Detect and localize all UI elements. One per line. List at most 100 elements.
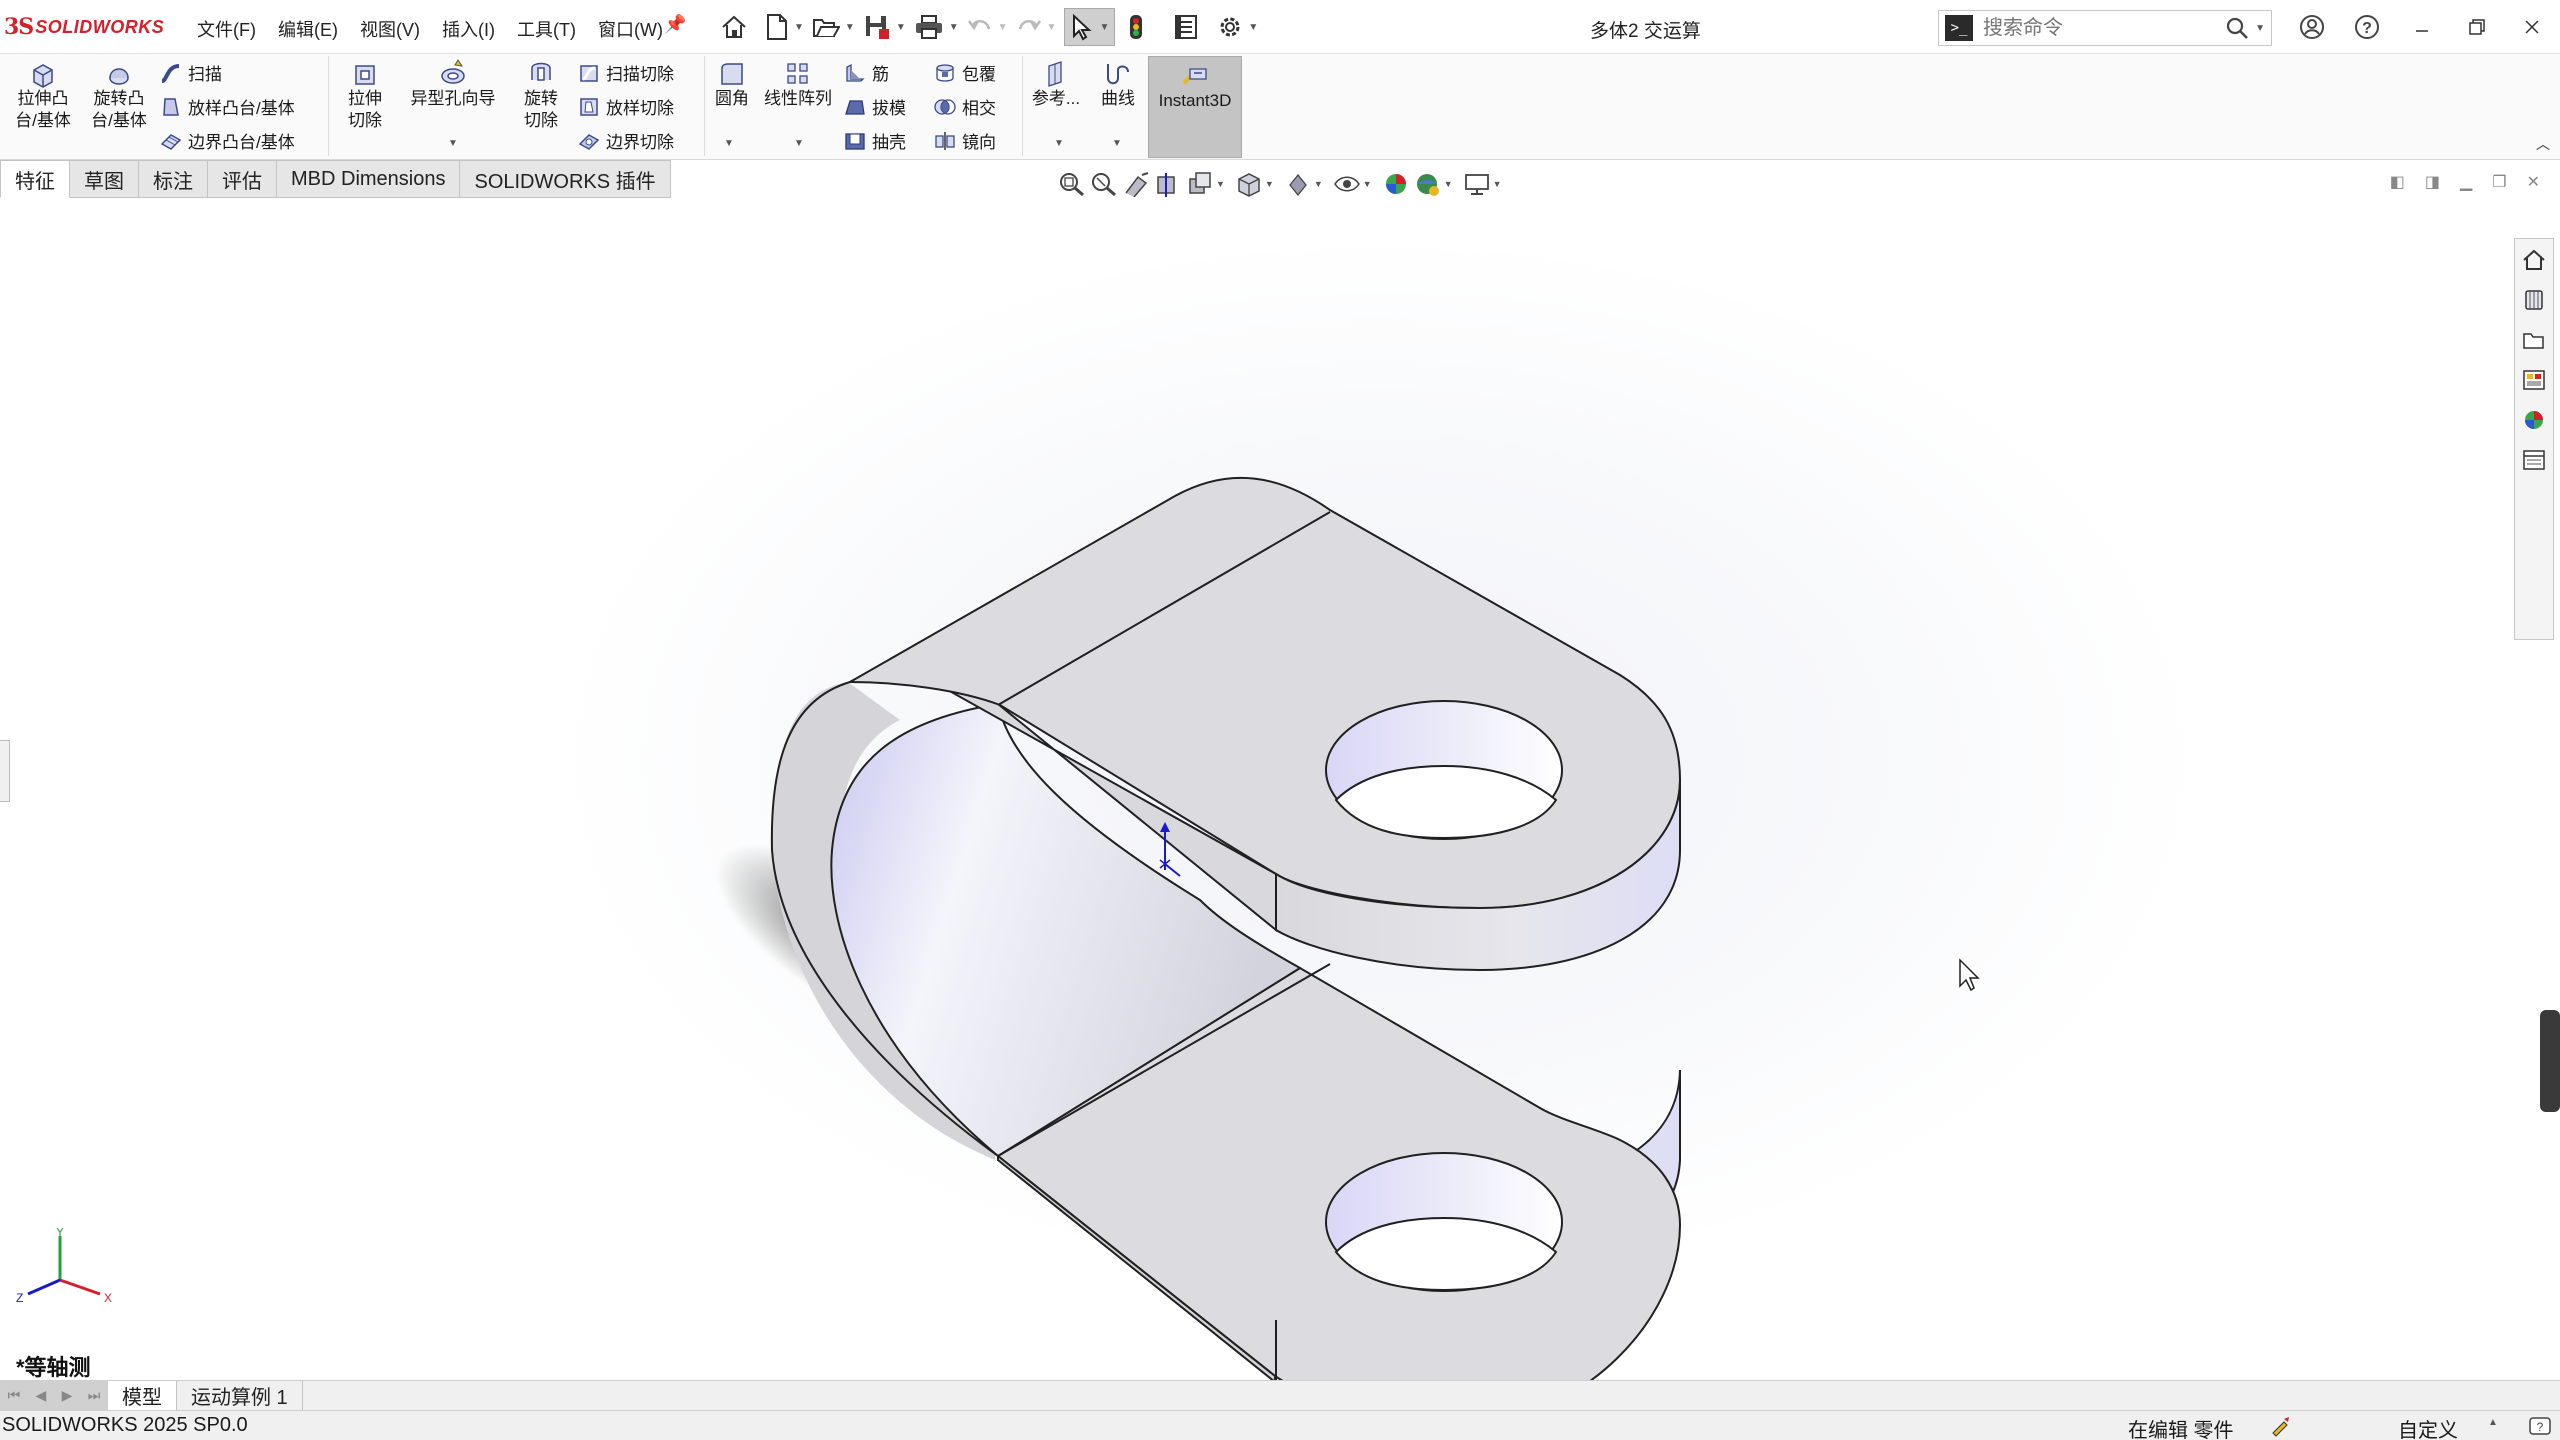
instant3d-button[interactable]: Instant3D [1148,56,1242,158]
chevron-down-icon[interactable]: ▼ [1248,22,1258,33]
search-commands-box[interactable]: >_ ▼ [1938,10,2272,46]
draft-button[interactable]: 拔模 [842,94,906,119]
file-properties-button[interactable] [1173,8,1199,46]
chevron-down-icon[interactable]: ▼ [1314,179,1323,189]
restore-button[interactable] [2449,10,2504,44]
chevron-down-icon[interactable]: ▼ [794,138,804,149]
file-explorer-tab[interactable] [2519,325,2549,355]
chevron-down-icon[interactable]: ▼ [1054,138,1064,149]
curves-button[interactable]: 曲线 [1090,58,1146,110]
search-input[interactable] [1983,16,2226,40]
intersect-button[interactable]: 相交 [932,94,996,119]
units-selector[interactable]: 自定义 [2398,1414,2458,1440]
zoom-area-button[interactable] [1090,171,1118,197]
part-model-render[interactable] [0,160,2560,1380]
custom-properties-tab[interactable] [2519,445,2549,475]
reference-geometry-button[interactable]: 参考... [1026,58,1086,110]
graphics-area[interactable]: ▼ ▼ ▼ ▼ ▼ ▼ ◧ ◨ ▁ ❐ ✕ Y X Z *等轴测 [0,160,2560,1380]
previous-view-button[interactable] [1122,171,1150,197]
viewport-close-icon[interactable]: ✕ [2527,172,2540,192]
tab-evaluate[interactable]: 评估 [208,160,277,198]
home-button[interactable] [720,8,765,46]
chevron-down-icon[interactable]: ▼ [1493,179,1502,189]
boundary-cut-button[interactable]: 边界切除 [576,128,674,153]
chevron-down-icon[interactable]: ▼ [949,22,959,33]
solidworks-resources-tab[interactable] [2519,245,2549,275]
next-tab-icon[interactable]: ▶ [62,1387,73,1404]
menu-window[interactable]: 窗口(W) [587,14,674,44]
tab-sketch[interactable]: 草图 [70,160,139,198]
collapse-ribbon-icon[interactable]: ︿ [2536,134,2550,154]
first-tab-icon[interactable]: ⏮ [8,1387,21,1404]
help-status-icon[interactable]: ? [2528,1415,2552,1437]
tile-left-icon[interactable]: ◧ [2390,172,2405,192]
chevron-down-icon[interactable]: ▼ [448,138,458,149]
menu-tools[interactable]: 工具(T) [506,14,587,44]
tab-motion-study[interactable]: 运动算例 1 [177,1381,303,1410]
view-orientation-button[interactable]: ▼ [1235,171,1280,197]
revolve-cut-button[interactable]: 旋转切除 [508,58,574,132]
revolve-boss-button[interactable]: 旋转凸台/基体 [84,58,154,132]
tile-right-icon[interactable]: ◨ [2425,172,2440,192]
menu-file[interactable]: 文件(F) [186,14,267,44]
menu-edit[interactable]: 编辑(E) [267,14,349,44]
zoom-to-fit-button[interactable] [1058,171,1086,197]
help-button[interactable]: ? [2339,10,2394,44]
tab-markup[interactable]: 标注 [139,160,208,198]
dynamic-annotation-button[interactable]: ▼ [1186,171,1231,197]
chevron-down-icon[interactable]: ▼ [845,22,855,33]
last-tab-icon[interactable]: ⏭ [88,1387,101,1404]
chevron-up-icon[interactable]: ▲ [2488,1417,2498,1428]
close-button[interactable] [2504,10,2559,44]
design-library-tab[interactable] [2519,285,2549,315]
display-style-button[interactable]: ▼ [1284,171,1329,197]
search-icon[interactable] [2225,16,2249,40]
view-settings-button[interactable]: ▼ [1463,171,1508,197]
task-pane-scroll-handle[interactable] [2540,1010,2560,1112]
select-button[interactable]: ▼ [1064,8,1116,46]
chevron-down-icon[interactable]: ▼ [1265,179,1274,189]
chevron-down-icon[interactable]: ▼ [794,22,804,33]
loft-boss-button[interactable]: 放样凸台/基体 [158,94,295,119]
rebuild-button[interactable] [1127,8,1145,46]
rebuild-status-icon[interactable] [2270,1415,2292,1437]
chevron-down-icon[interactable]: ▼ [896,22,906,33]
chevron-down-icon[interactable]: ▼ [2255,23,2265,34]
swept-cut-button[interactable]: 扫描切除 [576,60,674,85]
shell-button[interactable]: 抽壳 [842,128,906,153]
menu-insert[interactable]: 插入(I) [431,14,506,44]
tab-model[interactable]: 模型 [108,1381,177,1410]
redo-button[interactable]: ▼ [1016,8,1065,46]
loft-cut-button[interactable]: 放样切除 [576,94,674,119]
boundary-boss-button[interactable]: 边界凸台/基体 [158,128,295,153]
prev-tab-icon[interactable]: ◀ [36,1387,47,1404]
extrude-boss-button[interactable]: 拉伸凸台/基体 [8,58,78,132]
viewport-restore-icon[interactable]: ❐ [2492,172,2506,192]
feature-manager-expand-handle[interactable] [0,740,10,802]
fillet-button[interactable]: 圆角 [708,58,756,110]
edit-appearance-button[interactable] [1382,171,1410,197]
chevron-down-icon[interactable]: ▼ [1047,22,1057,33]
tab-mbd-dimensions[interactable]: MBD Dimensions [277,160,461,198]
viewport-minimize-icon[interactable]: ▁ [2460,172,2472,192]
print-button[interactable]: ▼ [914,8,967,46]
chevron-down-icon[interactable]: ▼ [998,22,1008,33]
account-button[interactable] [2284,10,2339,44]
chevron-down-icon[interactable]: ▼ [724,138,734,149]
extrude-cut-button[interactable]: 拉伸切除 [332,58,398,132]
sweep-button[interactable]: 扫描 [158,60,222,85]
chevron-down-icon[interactable]: ▼ [1363,179,1372,189]
menu-view[interactable]: 视图(V) [349,14,431,44]
options-button[interactable]: ▼ [1217,8,1266,46]
chevron-down-icon[interactable]: ▼ [1216,179,1225,189]
open-button[interactable]: ▼ [812,8,863,46]
minimize-button[interactable] [2394,10,2449,44]
rib-button[interactable]: 筋 [842,60,889,85]
mirror-button[interactable]: 镜向 [932,128,996,153]
hide-show-items-button[interactable]: ▼ [1333,171,1378,197]
section-view-button[interactable] [1154,171,1182,197]
chevron-down-icon[interactable]: ▼ [1112,138,1122,149]
appearances-tab[interactable] [2519,405,2549,435]
chevron-down-icon[interactable]: ▼ [1099,22,1109,33]
save-button[interactable]: ▼ [863,8,914,46]
